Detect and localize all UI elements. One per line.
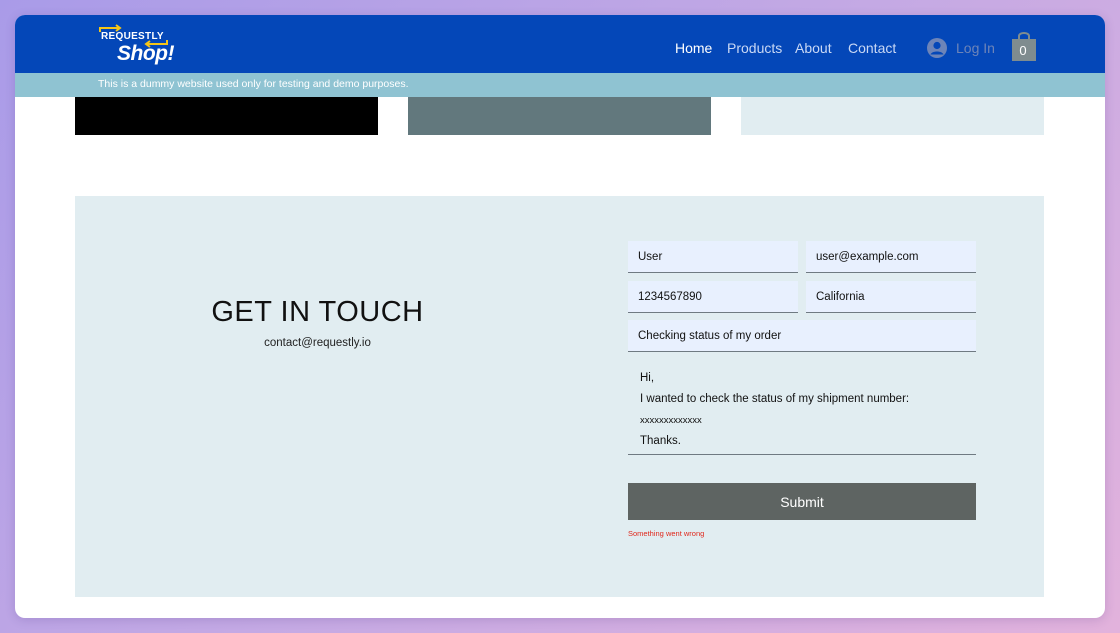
message-line: xxxxxxxxxxxxx bbox=[640, 415, 702, 426]
email-field[interactable] bbox=[806, 241, 976, 273]
logo-shop-text: Shop! bbox=[117, 42, 174, 65]
browser-window: REQUESTLY Shop! Home Products About Cont… bbox=[15, 15, 1105, 618]
error-message: Something went wrong bbox=[628, 529, 705, 538]
product-tile[interactable] bbox=[408, 97, 711, 135]
product-tile[interactable] bbox=[75, 97, 378, 135]
message-field[interactable]: Hi, I wanted to check the status of my s… bbox=[628, 366, 976, 455]
message-line: Hi, bbox=[640, 372, 655, 384]
name-field[interactable] bbox=[628, 241, 798, 273]
logo-brand-text: REQUESTLY bbox=[101, 31, 164, 42]
login-button[interactable]: Log In bbox=[926, 37, 1006, 59]
banner-text: This is a dummy website used only for te… bbox=[98, 78, 409, 90]
message-line: Thanks. bbox=[640, 435, 681, 447]
phone-field[interactable] bbox=[628, 281, 798, 313]
user-avatar-icon bbox=[927, 38, 947, 58]
section-title: GET IN TOUCH bbox=[211, 296, 424, 328]
submit-button[interactable]: Submit bbox=[628, 483, 976, 520]
subject-field[interactable] bbox=[628, 320, 976, 352]
nav-contact[interactable]: Contact bbox=[848, 40, 896, 56]
nav-about[interactable]: About bbox=[795, 40, 832, 56]
site-logo[interactable]: REQUESTLY Shop! bbox=[97, 24, 177, 68]
state-field[interactable] bbox=[806, 281, 976, 313]
message-line: I wanted to check the status of my shipm… bbox=[640, 393, 910, 405]
demo-banner: This is a dummy website used only for te… bbox=[15, 73, 1105, 97]
product-tile[interactable] bbox=[741, 97, 1044, 135]
nav-home[interactable]: Home bbox=[675, 40, 712, 56]
cart-button[interactable]: 0 bbox=[1011, 30, 1037, 62]
login-label: Log In bbox=[956, 40, 995, 56]
contact-section: GET IN TOUCH contact@requestly.io Hi, I … bbox=[75, 196, 1044, 597]
contact-email: contact@requestly.io bbox=[264, 337, 371, 349]
nav-products[interactable]: Products bbox=[727, 40, 782, 56]
cart-count: 0 bbox=[1019, 43, 1027, 58]
site-header: REQUESTLY Shop! Home Products About Cont… bbox=[15, 15, 1105, 73]
